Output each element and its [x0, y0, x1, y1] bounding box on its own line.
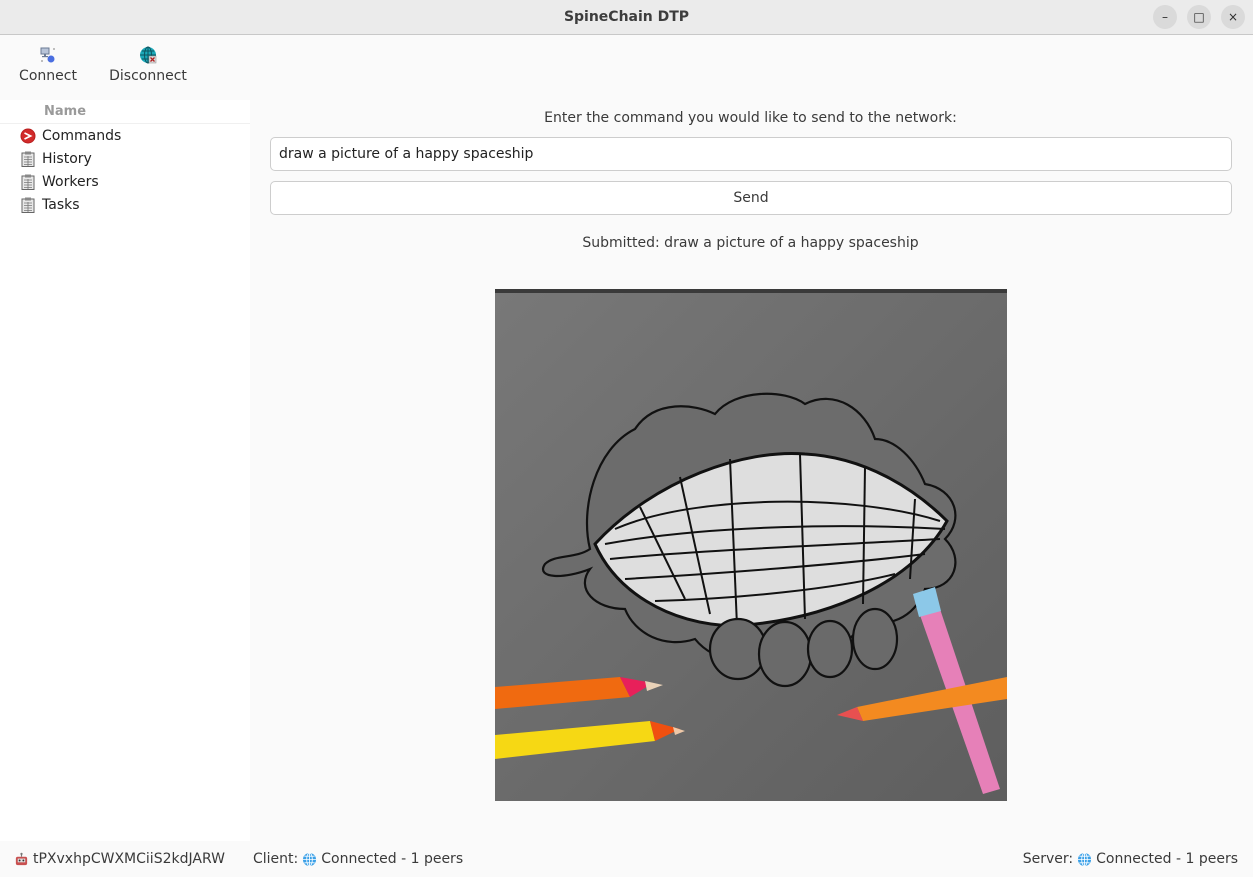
maximize-icon: □ [1193, 10, 1205, 24]
client-status: Client: Connected - 1 peers [253, 851, 463, 867]
server-status: Server: Connected - 1 peers [1023, 851, 1238, 867]
clipboard-icon [20, 151, 36, 167]
toolbar: Connect Disconnect [0, 36, 1253, 100]
close-button[interactable]: × [1221, 5, 1245, 29]
minimize-button[interactable]: – [1153, 5, 1177, 29]
generated-image-drawing [495, 289, 1007, 801]
command-input[interactable] [270, 137, 1232, 171]
window-title: SpineChain DTP [563, 9, 690, 25]
app-window: SpineChain DTP – □ × Connect Disconnect … [0, 0, 1253, 877]
client-status-text: Connected - 1 peers [321, 851, 464, 867]
server-status-text: Connected - 1 peers [1096, 851, 1238, 867]
connect-button[interactable]: Connect [16, 46, 80, 84]
clipboard-icon [20, 197, 36, 213]
node-id: tPXvxhpCWXMCiiS2kdJARW [33, 851, 225, 867]
network-connect-icon [40, 47, 55, 63]
sidebar-item-commands[interactable]: Commands [0, 124, 250, 147]
node-id-status: tPXvxhpCWXMCiiS2kdJARW [14, 851, 225, 867]
sidebar-item-tasks[interactable]: Tasks [0, 193, 250, 216]
clipboard-icon [20, 174, 36, 190]
server-prefix: Server: [1022, 851, 1074, 867]
sidebar-item-label: Tasks [42, 196, 80, 213]
generated-image [495, 289, 1007, 801]
title-bar: SpineChain DTP – □ × [0, 0, 1253, 35]
disconnect-button[interactable]: Disconnect [106, 46, 190, 84]
sidebar-item-workers[interactable]: Workers [0, 170, 250, 193]
network-disconnect-icon [140, 46, 157, 64]
sidebar-item-label: History [42, 150, 92, 167]
globe-icon [303, 852, 317, 866]
disconnect-label: Disconnect [109, 68, 187, 84]
close-icon: × [1227, 10, 1239, 24]
window-controls: – □ × [1153, 5, 1245, 29]
command-panel: Enter the command you would like to send… [250, 100, 1253, 841]
sidebar-item-history[interactable]: History [0, 147, 250, 170]
client-prefix: Client: [253, 851, 299, 867]
sidebar-item-label: Workers [42, 173, 99, 190]
sidebar-item-label: Commands [42, 127, 122, 144]
maximize-button[interactable]: □ [1187, 5, 1211, 29]
send-button[interactable]: Send [270, 181, 1232, 215]
command-prompt-label: Enter the command you would like to send… [544, 110, 957, 126]
globe-icon [1078, 852, 1092, 866]
minimize-icon: – [1162, 10, 1168, 24]
column-header-name[interactable]: Name [0, 100, 250, 124]
sidebar-tree: Name Commands History Workers Tasks [0, 100, 250, 841]
terminal-icon [20, 128, 36, 144]
status-bar: tPXvxhpCWXMCiiS2kdJARW Client: Connected… [0, 841, 1253, 877]
connect-label: Connect [19, 68, 77, 84]
submitted-status: Submitted: draw a picture of a happy spa… [582, 235, 919, 251]
robot-icon [15, 852, 28, 865]
